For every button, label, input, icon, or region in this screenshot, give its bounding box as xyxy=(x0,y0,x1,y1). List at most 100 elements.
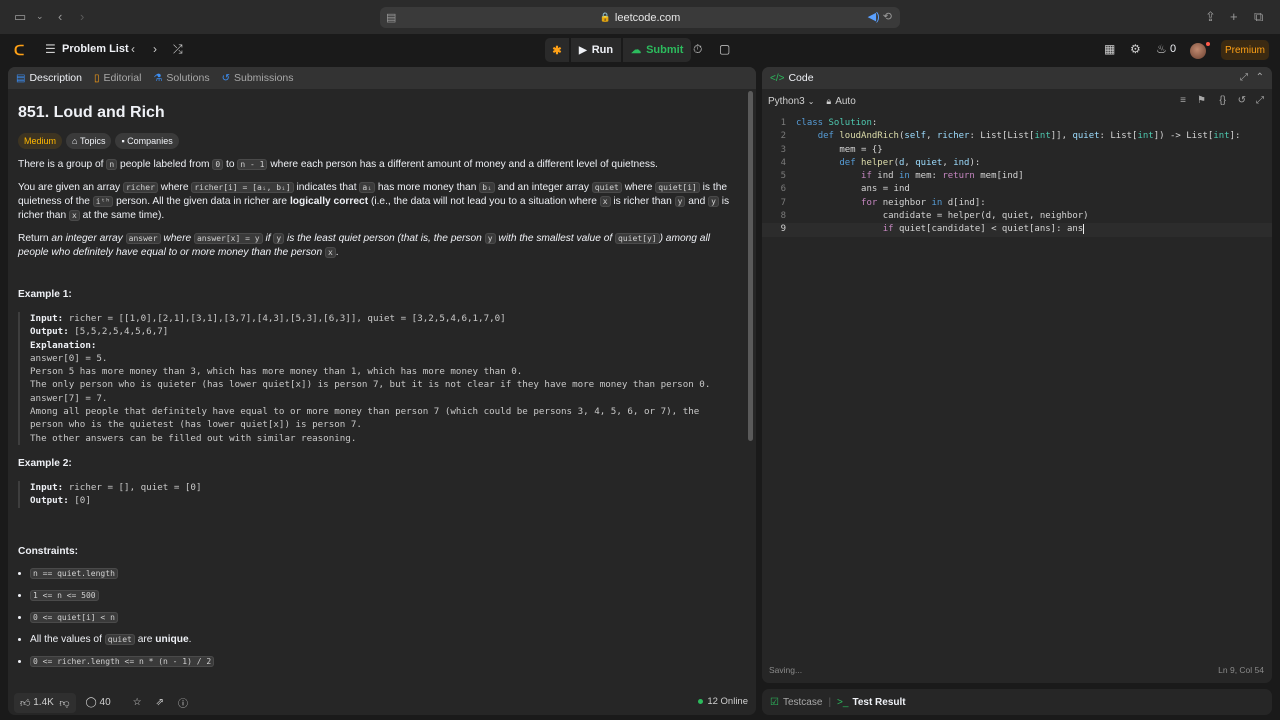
checkbox-icon: ☑ xyxy=(770,696,779,708)
debug-icon[interactable]: ✱ xyxy=(545,38,569,62)
problem-list-link[interactable]: Problem List xyxy=(62,43,129,55)
online-dot xyxy=(698,698,704,704)
problem-tags: Medium ⌂ Topics ▪ Companies xyxy=(18,133,734,149)
browser-toolbar: ▭ ⌄ ‹ › ▤ 🔒 leetcode.com ◀) ⟲ ⇪ + ⧉ xyxy=(0,0,1280,34)
settings-icon[interactable]: ⚙ xyxy=(1130,42,1141,56)
description-panel: ▤ Description ▯ Editorial ⚗ Solutions ↺ Subm… xyxy=(8,67,756,715)
list-item: n == quiet.length xyxy=(30,567,734,581)
back-icon[interactable]: ‹ xyxy=(58,9,62,24)
comments-button[interactable]: ◯ 40 xyxy=(86,697,111,708)
online-count: 12 Online xyxy=(698,696,748,707)
premium-button[interactable]: Premium xyxy=(1221,40,1269,60)
url-text: leetcode.com xyxy=(614,11,681,24)
star-icon[interactable]: ☆ xyxy=(133,697,142,708)
problem-actions: 👍︎ 1.4K 👎︎ ◯ 40 ☆ ⇗ ⓘ 12 Online xyxy=(8,690,756,715)
list-icon: ☰ xyxy=(45,42,56,56)
format-icon[interactable]: ≡ xyxy=(1180,95,1186,106)
auto-mode[interactable]: Auto xyxy=(835,96,856,107)
next-problem-icon[interactable]: › xyxy=(153,42,157,56)
collapse-icon[interactable]: ⌃ xyxy=(1256,72,1264,83)
tab-code[interactable]: </> Code xyxy=(770,72,814,84)
address-bar[interactable]: ▤ 🔒 leetcode.com ◀) ⟲ xyxy=(380,7,900,28)
cursor-position: Ln 9, Col 54 xyxy=(1218,665,1264,675)
code-icon: </> xyxy=(770,72,785,84)
submit-button[interactable]: ☁ Submit xyxy=(623,38,692,62)
tabs-overview-icon[interactable]: ⧉ xyxy=(1254,9,1263,25)
prev-problem-icon[interactable]: ‹ xyxy=(131,42,135,56)
tab-testcase[interactable]: Testcase xyxy=(783,697,822,708)
thumbs-up-icon: 👍︎ xyxy=(20,697,34,709)
code-line: 5 if ind in mem: return mem[ind] xyxy=(780,171,1024,182)
language-select[interactable]: Python3 xyxy=(768,96,805,107)
topics-chip[interactable]: ⌂ Topics xyxy=(66,133,112,149)
code-line: 4 def helper(d, quiet, ind): xyxy=(780,157,981,168)
shuffle-icon[interactable]: ⤮ xyxy=(173,42,183,57)
bookmark-icon[interactable]: ⚑ xyxy=(1197,95,1206,106)
braces-icon[interactable]: {} xyxy=(1219,95,1226,106)
tab-solutions[interactable]: ⚗ Solutions xyxy=(153,72,209,84)
paragraph-1: There is a group of n people labeled fro… xyxy=(18,159,658,170)
scrollbar[interactable] xyxy=(748,91,753,441)
code-line-current: 9 if quiet[candidate] < quiet[ans]: ans xyxy=(762,223,1272,237)
like-button[interactable]: 👍︎ 1.4K 👎︎ xyxy=(14,692,76,713)
description-icon: ▤ xyxy=(16,72,26,84)
avatar[interactable] xyxy=(1190,43,1206,59)
forward-icon[interactable]: › xyxy=(80,9,84,24)
book-icon: ▯ xyxy=(93,72,100,84)
layout-icon[interactable]: ▦ xyxy=(1104,42,1115,56)
share-icon[interactable]: ⇪ xyxy=(1205,9,1216,25)
tab-submissions[interactable]: ↺ Submissions xyxy=(222,72,294,84)
streak-count: 0 xyxy=(1170,43,1177,55)
share-icon[interactable]: ⇗ xyxy=(156,697,164,708)
reset-icon[interactable]: ↺ xyxy=(1238,95,1246,106)
example-1-block: Input: richer = [[1,0],[2,1],[3,1],[3,7]… xyxy=(18,312,734,445)
streak-fire-icon[interactable]: ♨ xyxy=(1156,42,1167,56)
code-editor[interactable]: 1 class Solution: 2 def loudAndRich(self,… xyxy=(762,117,1272,237)
cloud-upload-icon: ☁ xyxy=(631,44,642,56)
audio-translate-reload-icons[interactable]: ◀) ⟲ xyxy=(868,10,892,23)
tab-test-result[interactable]: Test Result xyxy=(852,697,905,708)
notes-icon[interactable]: ▢ xyxy=(719,42,730,56)
companies-chip[interactable]: ▪ Companies xyxy=(115,133,179,149)
maximize-icon[interactable]: ⤢ xyxy=(1240,72,1248,83)
app-navbar: ᑕ ☰ Problem List ‹ › ⤮ ✱ ▶ Run ☁ Submit ⏱ … xyxy=(0,34,1280,66)
code-tabbar: </> Code ⤢ ⌃ xyxy=(762,67,1272,89)
console-tabs: ☑ Testcase | >_ Test Result xyxy=(762,689,1272,715)
chevron-down-icon[interactable]: ⌄ xyxy=(808,97,815,106)
example-1-heading: Example 1: xyxy=(18,289,72,300)
code-line: 3 mem = {} xyxy=(780,144,883,155)
constraints-heading: Constraints: xyxy=(18,545,78,557)
notification-dot xyxy=(1206,42,1210,46)
problem-description: 851. Loud and Rich Medium ⌂ Topics ▪ Com… xyxy=(18,97,734,669)
new-tab-icon[interactable]: + xyxy=(1230,9,1238,24)
list-item: 1 <= n <= 500 xyxy=(30,589,734,603)
run-submit-group: ✱ ▶ Run ☁ Submit xyxy=(545,38,692,62)
help-icon[interactable]: ⓘ xyxy=(178,695,188,710)
fullscreen-icon[interactable]: ⤢ xyxy=(1256,95,1264,106)
tab-editorial[interactable]: ▯ Editorial xyxy=(94,72,141,84)
list-item: All the values of quiet are unique. xyxy=(30,633,734,647)
thumbs-down-icon[interactable]: 👎︎ xyxy=(59,697,69,709)
list-item: 0 <= quiet[i] < n xyxy=(30,611,734,625)
timer-icon[interactable]: ⏱ xyxy=(693,42,702,57)
tag-icon: ⌂ xyxy=(72,136,80,146)
code-line: 1 class Solution: xyxy=(780,118,878,128)
save-status: Saving... xyxy=(769,665,803,675)
reader-icon[interactable]: ▤ xyxy=(386,11,396,24)
difficulty-badge[interactable]: Medium xyxy=(18,133,63,149)
paragraph-3: Return an integer array answer where ans… xyxy=(18,233,710,258)
comment-icon: ◯ xyxy=(85,697,100,708)
chevron-down-icon[interactable]: ⌄ xyxy=(36,11,44,22)
code-line: 8 candidate = helper(d, quiet, neighbor) xyxy=(780,211,1089,222)
code-line: 7 for neighbor in d[ind]: xyxy=(780,197,986,208)
list-item: 0 <= richer.length <= n * (n - 1) / 2 xyxy=(30,655,734,669)
paragraph-2: You are given an array richer where rich… xyxy=(18,182,730,221)
run-button[interactable]: ▶ Run xyxy=(571,38,622,62)
example-2-heading: Example 2: xyxy=(18,457,72,469)
example-2-block: Input: richer = [], quiet = [0] Output: … xyxy=(18,480,734,508)
tab-description[interactable]: ▤ Description xyxy=(16,72,82,84)
sidebar-toggle-icon[interactable]: ▭ xyxy=(14,9,26,25)
constraints-list: n == quiet.length 1 <= n <= 500 0 <= qui… xyxy=(18,567,734,669)
leetcode-logo[interactable]: ᑕ xyxy=(14,42,28,58)
terminal-icon: >_ xyxy=(837,696,849,708)
